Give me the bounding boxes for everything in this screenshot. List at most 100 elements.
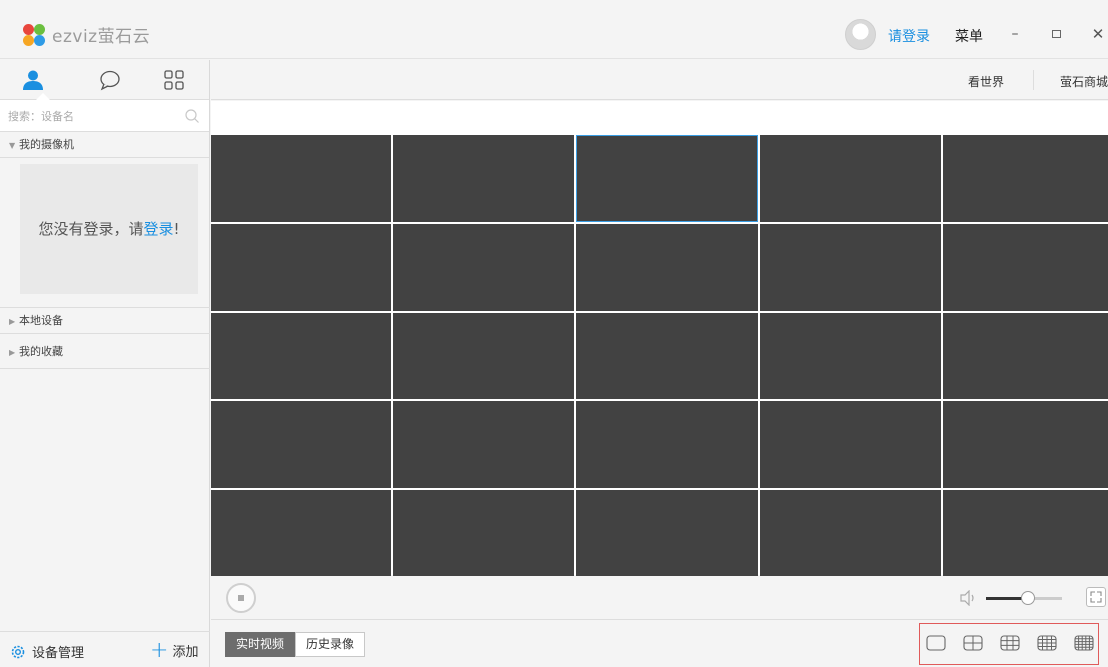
layout-button[interactable] xyxy=(1037,635,1057,651)
view-strip xyxy=(211,101,1108,135)
layout-2x2-icon xyxy=(963,635,983,651)
group-local-devices[interactable]: ▶ 本地设备 xyxy=(0,308,210,334)
video-cell[interactable] xyxy=(576,490,758,577)
sidebar-tabs xyxy=(0,60,209,100)
layout-5x5-icon xyxy=(1074,635,1094,651)
video-cell[interactable] xyxy=(760,224,941,311)
bottom-bar: 实时视频 历史录像 xyxy=(211,619,1108,667)
layout-button[interactable] xyxy=(1074,635,1094,651)
video-cell[interactable] xyxy=(393,490,574,577)
avatar[interactable] xyxy=(845,19,876,50)
close-button[interactable]: ✕ xyxy=(1088,24,1108,44)
layout-button[interactable] xyxy=(926,635,946,651)
sidebar: ▼我的摄像机 您没有登录，请登录! ▶本地设备 ▶我的收藏 设 xyxy=(0,60,210,667)
fullscreen-icon xyxy=(1090,591,1102,603)
login-link[interactable]: 请登录 xyxy=(888,26,930,46)
group-label: 我的收藏 xyxy=(19,345,63,358)
video-cell[interactable] xyxy=(760,135,941,222)
layout-button[interactable] xyxy=(1000,635,1020,651)
search-icon[interactable] xyxy=(184,108,200,124)
speaker-icon[interactable] xyxy=(959,590,977,606)
video-cell[interactable] xyxy=(211,224,391,311)
fullscreen-button[interactable] xyxy=(1086,587,1106,607)
layout-button[interactable] xyxy=(963,635,983,651)
login-prompt-link[interactable]: 登录 xyxy=(143,220,173,238)
add-label: 添加 xyxy=(172,645,199,660)
tab-messages[interactable] xyxy=(98,68,122,92)
stop-button[interactable] xyxy=(226,583,256,613)
nav-mall-link[interactable]: 萤石商城 xyxy=(1060,73,1108,90)
video-cell[interactable] xyxy=(576,313,758,399)
group-label: 本地设备 xyxy=(19,314,63,327)
video-cell[interactable] xyxy=(393,224,574,311)
device-search xyxy=(0,100,209,132)
stop-icon xyxy=(238,595,244,601)
group-favorites-wrap: ▶ 我的收藏 xyxy=(0,339,210,365)
video-cell[interactable] xyxy=(943,135,1108,222)
add-device-button[interactable]: + 添加 xyxy=(150,637,199,663)
layout-1x1-icon xyxy=(926,635,946,651)
maximize-icon xyxy=(1051,30,1061,38)
group-local-devices-wrap: ▶ 本地设备 xyxy=(0,307,210,334)
video-cell[interactable] xyxy=(943,224,1108,311)
app-logo: ezviz萤石云 xyxy=(22,22,150,47)
nav-world-link[interactable]: 看世界 xyxy=(968,73,1004,90)
video-cell[interactable] xyxy=(211,313,391,399)
volume-slider[interactable] xyxy=(986,591,1062,605)
video-cell[interactable] xyxy=(576,135,758,222)
layout-3x3-icon xyxy=(1000,635,1020,651)
video-cell[interactable] xyxy=(211,401,391,488)
volume-knob[interactable] xyxy=(1020,591,1035,605)
video-cell[interactable] xyxy=(760,313,941,399)
video-cell[interactable] xyxy=(943,490,1108,577)
login-prompt-panel: 您没有登录，请登录! xyxy=(20,164,198,294)
mode-tabs: 实时视频 历史录像 xyxy=(225,632,366,657)
group-favorites[interactable]: ▶ 我的收藏 xyxy=(0,339,210,365)
login-prompt-text: 您没有登录，请 xyxy=(38,220,144,238)
caret-right-icon: ▶ xyxy=(9,348,16,357)
maximize-button[interactable] xyxy=(1046,24,1066,44)
login-prompt-suffix: ! xyxy=(173,220,180,238)
video-cell[interactable] xyxy=(393,313,574,399)
search-input[interactable] xyxy=(8,106,178,126)
apps-grid-icon xyxy=(164,70,184,90)
layout-4x4-icon xyxy=(1037,635,1057,651)
chat-icon xyxy=(100,70,120,91)
nav-divider xyxy=(1033,70,1034,90)
logo-text: ezviz萤石云 xyxy=(52,27,151,47)
minimize-button[interactable]: – xyxy=(1005,24,1025,44)
login-prompt: 您没有登录，请登录! xyxy=(20,218,198,239)
video-cell[interactable] xyxy=(576,401,758,488)
video-cell[interactable] xyxy=(760,401,941,488)
caret-right-icon: ▶ xyxy=(9,317,16,326)
group-label: 我的摄像机 xyxy=(19,138,74,151)
video-cell[interactable] xyxy=(393,135,574,222)
video-cell[interactable] xyxy=(393,401,574,488)
video-cell[interactable] xyxy=(211,490,391,577)
video-cell[interactable] xyxy=(943,313,1108,399)
divider xyxy=(0,368,210,369)
playback-controls xyxy=(211,576,1108,618)
tab-apps[interactable] xyxy=(162,68,186,92)
menu-button[interactable]: 菜单 xyxy=(955,26,983,46)
group-my-cameras[interactable]: ▼ 我的摄像机 xyxy=(0,132,209,158)
user-icon xyxy=(23,70,43,90)
video-cell[interactable] xyxy=(760,490,941,577)
layout-switcher xyxy=(919,623,1099,665)
device-manage-label: 设备管理 xyxy=(32,646,85,661)
tab-live-video[interactable]: 实时视频 xyxy=(225,632,296,657)
title-bar: ezviz萤石云 请登录 菜单 – ✕ xyxy=(0,0,1108,59)
device-manage-button[interactable]: 设备管理 xyxy=(10,642,84,661)
active-tab-pointer xyxy=(36,93,50,100)
gear-icon xyxy=(11,645,25,658)
video-cell[interactable] xyxy=(943,401,1108,488)
tab-history-recording[interactable]: 历史录像 xyxy=(295,632,366,657)
top-nav: 看世界 萤石商城 xyxy=(211,60,1108,100)
video-cell[interactable] xyxy=(211,135,391,222)
video-cell[interactable] xyxy=(576,224,758,311)
logo-mark-icon xyxy=(22,23,46,46)
tab-devices[interactable] xyxy=(21,68,45,92)
caret-down-icon: ▼ xyxy=(9,141,16,150)
app-window: ezviz萤石云 请登录 菜单 – ✕ 搜索：设备名 ▼ 我的摄像机 您没有登录… xyxy=(0,0,1108,667)
plus-icon: + xyxy=(150,637,169,663)
